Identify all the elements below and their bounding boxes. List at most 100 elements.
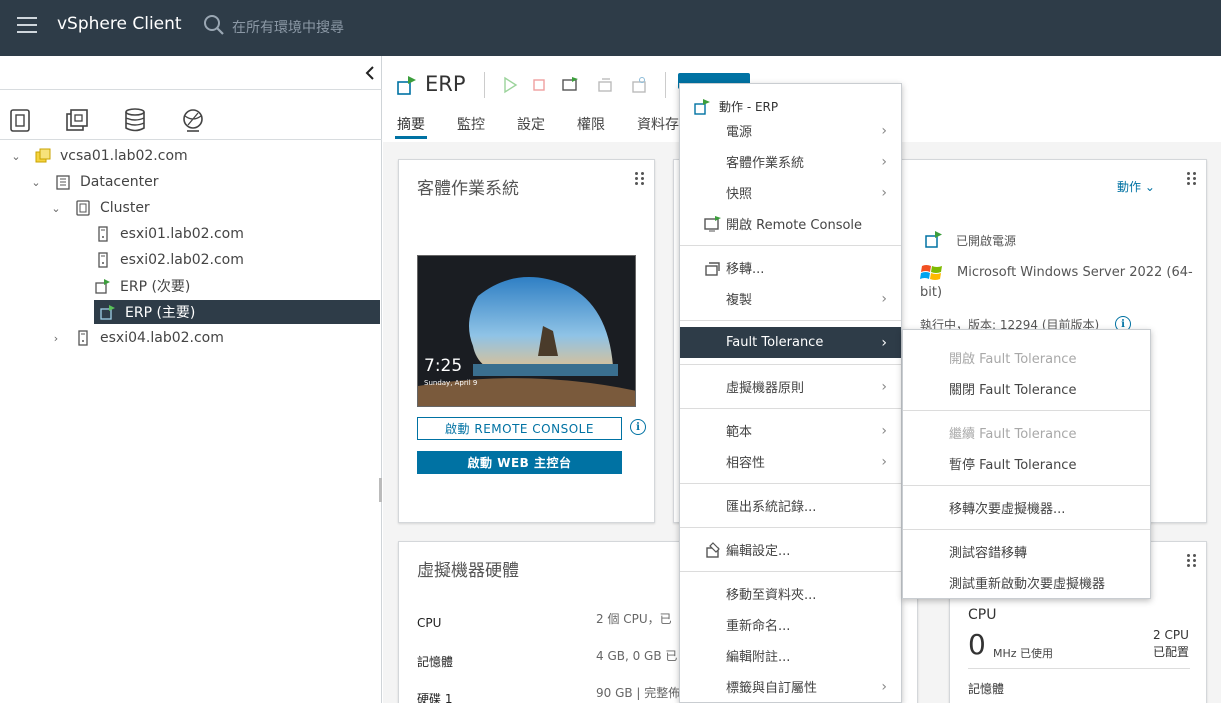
search-icon[interactable] (203, 14, 225, 36)
menu-item-compatibility[interactable]: 相容性 › (680, 446, 901, 477)
menu-divider (680, 408, 901, 409)
menu-header: 動作 - ERP (694, 96, 894, 116)
power-off-icon[interactable] (530, 76, 548, 94)
cpu-usage-label: CPU (968, 607, 997, 623)
vm-ft-primary-icon (100, 305, 115, 320)
menu-item-guest-os[interactable]: 客體作業系統 › (680, 146, 901, 177)
caret-down-icon[interactable]: ⌄ (50, 202, 62, 215)
submenu-item-turn-on-ft: 開啟 Fault Tolerance (903, 342, 1150, 373)
cpu-allocated-label: 已配置 (1153, 645, 1190, 659)
menu-item-label: 編輯附註... (726, 650, 791, 665)
vm-powered-on-icon (925, 231, 942, 248)
hw-label-memory: 記憶體 (417, 655, 454, 669)
hw-value-memory: 4 GB, 0 GB 已 (596, 649, 678, 663)
menu-item-tags-attributes[interactable]: 標籤與自訂屬性 › (680, 671, 901, 702)
hamburger-menu-icon[interactable] (17, 17, 37, 33)
submenu-item-suspend-ft[interactable]: 暫停 Fault Tolerance (903, 448, 1150, 479)
tree-item-vm-selected[interactable]: ERP (主要) (94, 300, 380, 324)
menu-divider (903, 485, 1150, 486)
divider (0, 89, 382, 90)
tab-datastores[interactable]: 資料存 (637, 114, 679, 134)
tree-item-cluster[interactable]: ⌄ Cluster (50, 196, 150, 220)
menu-divider (680, 483, 901, 484)
global-search-input[interactable]: 在所有環境中搜尋 (232, 17, 344, 37)
menu-item-fault-tolerance[interactable]: Fault Tolerance › (680, 327, 901, 358)
launch-remote-console-button[interactable]: 啟動 REMOTE CONSOLE (417, 417, 622, 440)
panel-resize-handle[interactable] (379, 478, 382, 502)
menu-item-label: 快照 (726, 187, 753, 202)
lockscreen-date: Sunday, April 9 (424, 379, 478, 387)
menu-item-label: 複製 (726, 293, 753, 308)
menu-item-edit-notes[interactable]: 編輯附註... (680, 640, 901, 671)
power-on-icon[interactable] (501, 76, 519, 94)
submenu-item-resume-ft: 繼續 Fault Tolerance (903, 417, 1150, 448)
menu-item-label: 範本 (726, 425, 753, 440)
networking-tab-icon[interactable] (179, 106, 207, 134)
menu-item-clone[interactable]: 複製 › (680, 283, 901, 314)
tree-item-host[interactable]: › esxi04.lab02.com (50, 326, 224, 350)
memory-usage-label: 記憶體 (968, 682, 1005, 696)
caret-down-icon[interactable]: ⌄ (10, 150, 22, 163)
migrate-icon[interactable] (596, 76, 614, 94)
tree-item-label: vcsa01.lab02.com (60, 148, 188, 164)
submenu-item-test-restart-secondary[interactable]: 測試重新啟動次要虛擬機器 (903, 567, 1150, 598)
app-title[interactable]: vSphere Client (57, 14, 182, 34)
caret-down-icon[interactable]: ⌄ (30, 176, 42, 189)
menu-item-open-remote-console[interactable]: 開啟 Remote Console (680, 208, 901, 239)
collapse-panel-icon[interactable] (365, 65, 379, 81)
menu-item-export-logs[interactable]: 匯出系統記錄... (680, 490, 901, 521)
tree-item-vm[interactable]: ERP (次要) (94, 274, 190, 298)
tree-item-host[interactable]: esxi01.lab02.com (94, 222, 244, 246)
tree-item-host[interactable]: esxi02.lab02.com (94, 248, 244, 272)
caret-right-icon[interactable]: › (50, 332, 62, 345)
drag-handle-icon[interactable] (1187, 172, 1197, 186)
chevron-right-icon: › (881, 453, 887, 470)
cluster-icon (76, 200, 90, 216)
menu-item-vm-policies[interactable]: 虛擬機器原則 › (680, 371, 901, 402)
snapshot-icon[interactable] (630, 76, 648, 94)
submenu-item-turn-off-ft[interactable]: 關閉 Fault Tolerance (903, 373, 1150, 404)
menu-item-label: 暫停 Fault Tolerance (949, 458, 1077, 473)
menu-item-migrate[interactable]: 移轉... (680, 252, 901, 283)
menu-item-label: 測試容錯移轉 (949, 546, 1028, 561)
submenu-item-test-failover[interactable]: 測試容錯移轉 (903, 536, 1150, 567)
card-actions-link[interactable]: 動作 ⌄ (1117, 178, 1155, 195)
tab-permissions[interactable]: 權限 (577, 114, 605, 134)
tab-monitor[interactable]: 監控 (457, 114, 485, 134)
cpu-usage-unit: MHz 已使用 (993, 647, 1054, 660)
datacenter-icon (56, 175, 70, 190)
hw-value-disk: 90 GB | 完整佈 (596, 686, 681, 700)
menu-item-snapshots[interactable]: 快照 › (680, 177, 901, 208)
remote-console-icon[interactable] (561, 76, 579, 94)
tree-item-vcenter[interactable]: ⌄ vcsa01.lab02.com (10, 144, 188, 168)
chevron-right-icon: › (881, 422, 887, 439)
menu-item-template[interactable]: 範本 › (680, 415, 901, 446)
vms-templates-tab-icon[interactable] (63, 106, 91, 134)
migrate-icon (705, 261, 720, 276)
chevron-right-icon: › (881, 334, 887, 351)
guest-os-name-cont: bit) (920, 285, 943, 300)
menu-item-edit-settings[interactable]: 編輯設定... (680, 534, 901, 565)
menu-item-rename[interactable]: 重新命名... (680, 609, 901, 640)
menu-item-label: 移轉... (726, 262, 765, 277)
storage-tab-icon[interactable] (121, 106, 149, 134)
tree-item-label: Cluster (100, 200, 150, 216)
info-icon[interactable]: i (630, 419, 646, 435)
tree-item-datacenter[interactable]: ⌄ Datacenter (30, 170, 158, 194)
menu-divider (680, 571, 901, 572)
menu-item-power[interactable]: 電源 › (680, 115, 901, 146)
drag-handle-icon[interactable] (1187, 554, 1197, 568)
menu-item-label: 開啟 Fault Tolerance (949, 352, 1077, 367)
submenu-item-migrate-secondary[interactable]: 移轉次要虛擬機器... (903, 492, 1150, 523)
edit-settings-icon (706, 541, 720, 558)
console-thumbnail[interactable]: 7:25 Sunday, April 9 (417, 255, 636, 407)
menu-item-move-to-folder[interactable]: 移動至資料夾... (680, 578, 901, 609)
menu-item-label: 關閉 Fault Tolerance (949, 383, 1077, 398)
tab-summary[interactable]: 摘要 (395, 114, 427, 139)
hosts-clusters-tab-icon[interactable] (6, 106, 34, 134)
launch-web-console-button[interactable]: 啟動 WEB 主控台 (417, 451, 622, 474)
tab-configure[interactable]: 設定 (517, 114, 545, 134)
drag-handle-icon[interactable] (635, 172, 645, 186)
inventory-tabs (0, 100, 382, 140)
tree-item-label: esxi01.lab02.com (120, 226, 244, 242)
